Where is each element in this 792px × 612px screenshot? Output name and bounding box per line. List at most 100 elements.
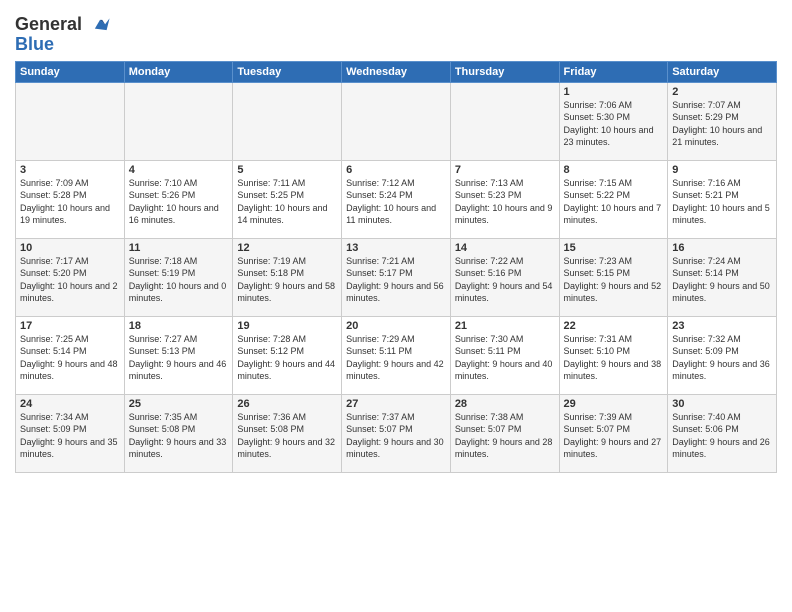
calendar-cell: 12Sunrise: 7:19 AM Sunset: 5:18 PM Dayli… (233, 239, 342, 317)
calendar-body: 1Sunrise: 7:06 AM Sunset: 5:30 PM Daylig… (16, 83, 777, 473)
day-number: 25 (129, 398, 229, 410)
day-info: Sunrise: 7:38 AM Sunset: 5:07 PM Dayligh… (455, 411, 555, 460)
calendar-cell: 27Sunrise: 7:37 AM Sunset: 5:07 PM Dayli… (342, 395, 451, 473)
day-info: Sunrise: 7:31 AM Sunset: 5:10 PM Dayligh… (564, 333, 664, 382)
calendar-week-1: 1Sunrise: 7:06 AM Sunset: 5:30 PM Daylig… (16, 83, 777, 161)
calendar-cell: 10Sunrise: 7:17 AM Sunset: 5:20 PM Dayli… (16, 239, 125, 317)
calendar-cell: 11Sunrise: 7:18 AM Sunset: 5:19 PM Dayli… (124, 239, 233, 317)
calendar-cell: 18Sunrise: 7:27 AM Sunset: 5:13 PM Dayli… (124, 317, 233, 395)
calendar-cell: 26Sunrise: 7:36 AM Sunset: 5:08 PM Dayli… (233, 395, 342, 473)
day-number: 20 (346, 320, 446, 332)
calendar-cell: 28Sunrise: 7:38 AM Sunset: 5:07 PM Dayli… (450, 395, 559, 473)
calendar-week-5: 24Sunrise: 7:34 AM Sunset: 5:09 PM Dayli… (16, 395, 777, 473)
day-number: 2 (672, 86, 772, 98)
day-info: Sunrise: 7:29 AM Sunset: 5:11 PM Dayligh… (346, 333, 446, 382)
day-info: Sunrise: 7:34 AM Sunset: 5:09 PM Dayligh… (20, 411, 120, 460)
day-number: 29 (564, 398, 664, 410)
day-number: 26 (237, 398, 337, 410)
day-number: 4 (129, 164, 229, 176)
day-number: 12 (237, 242, 337, 254)
calendar-cell: 5Sunrise: 7:11 AM Sunset: 5:25 PM Daylig… (233, 161, 342, 239)
calendar-cell (233, 83, 342, 161)
day-number: 27 (346, 398, 446, 410)
day-number: 30 (672, 398, 772, 410)
day-info: Sunrise: 7:21 AM Sunset: 5:17 PM Dayligh… (346, 255, 446, 304)
logo-blue: Blue (15, 34, 111, 55)
day-info: Sunrise: 7:10 AM Sunset: 5:26 PM Dayligh… (129, 177, 229, 226)
day-info: Sunrise: 7:24 AM Sunset: 5:14 PM Dayligh… (672, 255, 772, 304)
calendar-cell: 23Sunrise: 7:32 AM Sunset: 5:09 PM Dayli… (668, 317, 777, 395)
logo: General Blue (15, 14, 111, 55)
calendar-cell: 16Sunrise: 7:24 AM Sunset: 5:14 PM Dayli… (668, 239, 777, 317)
day-info: Sunrise: 7:39 AM Sunset: 5:07 PM Dayligh… (564, 411, 664, 460)
day-number: 17 (20, 320, 120, 332)
day-info: Sunrise: 7:12 AM Sunset: 5:24 PM Dayligh… (346, 177, 446, 226)
day-number: 21 (455, 320, 555, 332)
calendar-cell: 9Sunrise: 7:16 AM Sunset: 5:21 PM Daylig… (668, 161, 777, 239)
day-info: Sunrise: 7:36 AM Sunset: 5:08 PM Dayligh… (237, 411, 337, 460)
logo-general: General (15, 14, 82, 34)
calendar-cell: 2Sunrise: 7:07 AM Sunset: 5:29 PM Daylig… (668, 83, 777, 161)
day-number: 24 (20, 398, 120, 410)
day-number: 8 (564, 164, 664, 176)
day-number: 28 (455, 398, 555, 410)
calendar-cell: 14Sunrise: 7:22 AM Sunset: 5:16 PM Dayli… (450, 239, 559, 317)
calendar-week-4: 17Sunrise: 7:25 AM Sunset: 5:14 PM Dayli… (16, 317, 777, 395)
day-info: Sunrise: 7:09 AM Sunset: 5:28 PM Dayligh… (20, 177, 120, 226)
day-number: 18 (129, 320, 229, 332)
day-info: Sunrise: 7:35 AM Sunset: 5:08 PM Dayligh… (129, 411, 229, 460)
calendar-cell: 21Sunrise: 7:30 AM Sunset: 5:11 PM Dayli… (450, 317, 559, 395)
day-number: 16 (672, 242, 772, 254)
calendar-cell: 15Sunrise: 7:23 AM Sunset: 5:15 PM Dayli… (559, 239, 668, 317)
day-number: 15 (564, 242, 664, 254)
day-info: Sunrise: 7:18 AM Sunset: 5:19 PM Dayligh… (129, 255, 229, 304)
day-number: 9 (672, 164, 772, 176)
calendar-cell (450, 83, 559, 161)
calendar-cell: 19Sunrise: 7:28 AM Sunset: 5:12 PM Dayli… (233, 317, 342, 395)
day-number: 7 (455, 164, 555, 176)
day-info: Sunrise: 7:25 AM Sunset: 5:14 PM Dayligh… (20, 333, 120, 382)
calendar-cell (124, 83, 233, 161)
calendar-cell: 13Sunrise: 7:21 AM Sunset: 5:17 PM Dayli… (342, 239, 451, 317)
weekday-header-tuesday: Tuesday (233, 62, 342, 83)
weekday-header-thursday: Thursday (450, 62, 559, 83)
weekday-header-friday: Friday (559, 62, 668, 83)
day-info: Sunrise: 7:32 AM Sunset: 5:09 PM Dayligh… (672, 333, 772, 382)
calendar-cell: 6Sunrise: 7:12 AM Sunset: 5:24 PM Daylig… (342, 161, 451, 239)
day-number: 13 (346, 242, 446, 254)
day-info: Sunrise: 7:30 AM Sunset: 5:11 PM Dayligh… (455, 333, 555, 382)
calendar-week-2: 3Sunrise: 7:09 AM Sunset: 5:28 PM Daylig… (16, 161, 777, 239)
calendar-cell (342, 83, 451, 161)
calendar-cell: 29Sunrise: 7:39 AM Sunset: 5:07 PM Dayli… (559, 395, 668, 473)
calendar-cell: 1Sunrise: 7:06 AM Sunset: 5:30 PM Daylig… (559, 83, 668, 161)
day-number: 5 (237, 164, 337, 176)
calendar-cell: 8Sunrise: 7:15 AM Sunset: 5:22 PM Daylig… (559, 161, 668, 239)
header: General Blue (15, 10, 777, 55)
day-info: Sunrise: 7:07 AM Sunset: 5:29 PM Dayligh… (672, 99, 772, 148)
day-number: 11 (129, 242, 229, 254)
weekday-header-wednesday: Wednesday (342, 62, 451, 83)
day-info: Sunrise: 7:17 AM Sunset: 5:20 PM Dayligh… (20, 255, 120, 304)
day-number: 23 (672, 320, 772, 332)
day-info: Sunrise: 7:22 AM Sunset: 5:16 PM Dayligh… (455, 255, 555, 304)
day-info: Sunrise: 7:27 AM Sunset: 5:13 PM Dayligh… (129, 333, 229, 382)
calendar-cell: 3Sunrise: 7:09 AM Sunset: 5:28 PM Daylig… (16, 161, 125, 239)
weekday-header-monday: Monday (124, 62, 233, 83)
day-info: Sunrise: 7:28 AM Sunset: 5:12 PM Dayligh… (237, 333, 337, 382)
logo-bird-icon (89, 14, 111, 36)
day-number: 19 (237, 320, 337, 332)
day-number: 14 (455, 242, 555, 254)
calendar-table: SundayMondayTuesdayWednesdayThursdayFrid… (15, 61, 777, 473)
day-info: Sunrise: 7:19 AM Sunset: 5:18 PM Dayligh… (237, 255, 337, 304)
calendar-cell: 24Sunrise: 7:34 AM Sunset: 5:09 PM Dayli… (16, 395, 125, 473)
calendar-cell: 7Sunrise: 7:13 AM Sunset: 5:23 PM Daylig… (450, 161, 559, 239)
day-info: Sunrise: 7:15 AM Sunset: 5:22 PM Dayligh… (564, 177, 664, 226)
weekday-header-saturday: Saturday (668, 62, 777, 83)
calendar-cell (16, 83, 125, 161)
day-number: 3 (20, 164, 120, 176)
calendar-cell: 4Sunrise: 7:10 AM Sunset: 5:26 PM Daylig… (124, 161, 233, 239)
weekday-header-sunday: Sunday (16, 62, 125, 83)
day-number: 10 (20, 242, 120, 254)
calendar-week-3: 10Sunrise: 7:17 AM Sunset: 5:20 PM Dayli… (16, 239, 777, 317)
calendar-cell: 20Sunrise: 7:29 AM Sunset: 5:11 PM Dayli… (342, 317, 451, 395)
